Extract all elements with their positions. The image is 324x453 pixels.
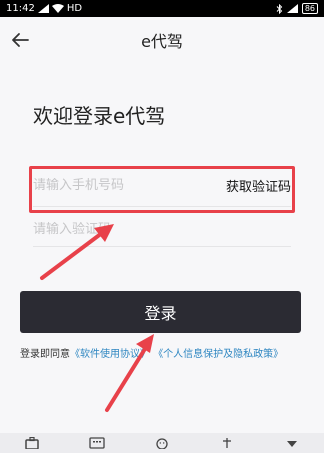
bluetooth-icon bbox=[276, 3, 283, 14]
agreement-text: 登录即同意《软件使用协议》 《个人信息保护及隐私政策》 bbox=[20, 345, 320, 360]
get-code-button[interactable]: 获取验证码 bbox=[226, 176, 291, 195]
network-type: HD bbox=[66, 3, 83, 14]
battery-icon: 86 bbox=[301, 3, 318, 14]
phone-row: 获取验证码 bbox=[33, 168, 291, 202]
bottom-toolbar bbox=[0, 433, 324, 453]
anchor-icon[interactable] bbox=[219, 437, 235, 449]
back-arrow-icon[interactable] bbox=[8, 28, 32, 52]
login-button[interactable]: 登录 bbox=[20, 291, 301, 333]
briefcase-icon[interactable] bbox=[24, 437, 40, 449]
software-agreement-link[interactable]: 《软件使用协议》 bbox=[70, 349, 150, 360]
wifi-icon bbox=[51, 4, 64, 13]
status-bar: 11:42 HD 86 bbox=[0, 0, 324, 17]
down-triangle-icon[interactable] bbox=[284, 437, 300, 449]
page-title: 欢迎登录e代驾 bbox=[33, 104, 166, 128]
status-time: 11:42 bbox=[6, 3, 35, 14]
navbar: e代驾 bbox=[0, 17, 324, 63]
nav-title: e代驾 bbox=[141, 32, 183, 51]
signal-icon bbox=[37, 4, 49, 13]
signal-strength-icon bbox=[286, 4, 298, 13]
verification-code-input[interactable] bbox=[33, 222, 291, 237]
keyboard-icon[interactable] bbox=[89, 437, 105, 449]
phone-divider bbox=[33, 206, 291, 207]
code-divider bbox=[33, 246, 291, 247]
agreement-prefix: 登录即同意 bbox=[20, 349, 70, 360]
code-row bbox=[33, 218, 291, 244]
privacy-policy-link[interactable]: 《个人信息保护及隐私政策》 bbox=[153, 349, 283, 360]
phone-input[interactable] bbox=[33, 177, 213, 193]
emoji-icon[interactable] bbox=[154, 437, 170, 449]
